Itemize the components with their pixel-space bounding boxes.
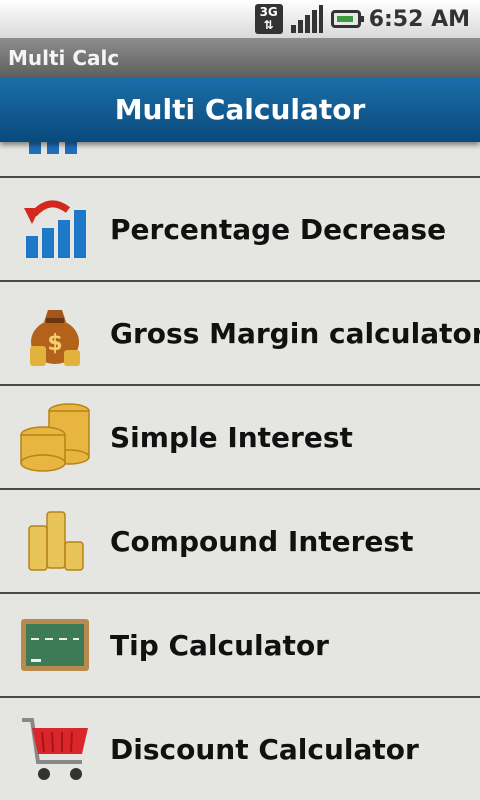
list-item-discount-calculator[interactable]: Discount Calculator [0, 698, 480, 800]
list-item-partial[interactable] [0, 142, 480, 178]
network-type-icon: 3G ⇅ [254, 4, 283, 34]
page-title: Multi Calculator [114, 93, 366, 126]
list-item-gross-margin[interactable]: $ Gross Margin calculator [0, 282, 480, 386]
list-item-label: Compound Interest [110, 524, 414, 558]
svg-text:$: $ [47, 331, 62, 356]
app-title: Multi Calc [8, 46, 120, 70]
calculator-list: Percentage Decrease $ Gross Margin calcu… [0, 142, 480, 800]
list-item-compound-interest[interactable]: Compound Interest [0, 490, 480, 594]
list-item-percentage-decrease[interactable]: Percentage Decrease [0, 178, 480, 282]
network-type-label: 3G [259, 5, 278, 19]
battery-icon [330, 10, 364, 28]
status-bar: 3G ⇅ 6:52 AM [0, 0, 480, 38]
list-item-label: Gross Margin calculator [110, 316, 480, 350]
bar-chart-icon [0, 142, 110, 178]
coin-columns-icon [0, 491, 110, 591]
list-item-label: Percentage Decrease [110, 212, 447, 246]
list-item-simple-interest[interactable]: Simple Interest [0, 386, 480, 490]
list-item-label: Discount Calculator [110, 732, 419, 766]
page-header: Multi Calculator [0, 78, 480, 142]
list-item-label: Tip Calculator [110, 628, 329, 662]
list-item-tip-calculator[interactable]: Tip Calculator [0, 594, 480, 698]
shopping-cart-icon [0, 699, 110, 799]
chalkboard-icon [0, 595, 110, 695]
list-item-label: Simple Interest [110, 420, 353, 454]
money-bag-icon: $ [0, 283, 110, 383]
status-clock: 6:52 AM [368, 6, 470, 32]
signal-strength-icon [290, 5, 323, 33]
bar-chart-down-icon [0, 179, 110, 279]
coin-stacks-icon [0, 387, 110, 487]
app-title-bar: Multi Calc [0, 38, 480, 78]
